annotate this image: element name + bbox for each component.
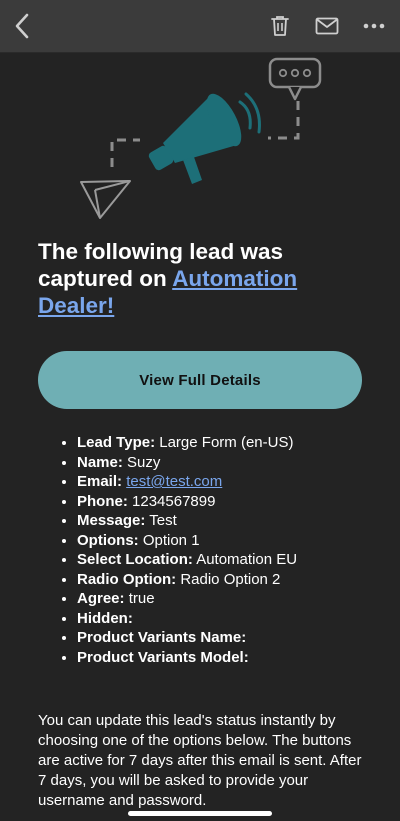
detail-label: Agree: bbox=[77, 590, 125, 607]
dashed-connector bbox=[268, 101, 300, 140]
delete-button[interactable] bbox=[266, 10, 294, 42]
detail-label: Name: bbox=[77, 453, 123, 471]
list-item: Agree: true bbox=[77, 589, 400, 609]
detail-label: Product Variants Name: bbox=[77, 629, 247, 646]
detail-value: Large Form (en-US) bbox=[159, 434, 294, 451]
mail-icon bbox=[315, 17, 339, 35]
lead-details-list: Lead Type: Large Form (en-US) Name: Suzy… bbox=[55, 433, 400, 667]
detail-label: Message: bbox=[77, 512, 146, 529]
list-item: Phone: 1234567899 bbox=[77, 492, 400, 512]
more-horizontal-icon bbox=[363, 23, 385, 29]
dashed-connector bbox=[110, 138, 140, 167]
lead-headline: The following lead was captured on Autom… bbox=[38, 238, 368, 319]
detail-label: Lead Type: bbox=[77, 434, 156, 451]
detail-label: Phone: bbox=[77, 492, 128, 510]
list-item: Radio Option: Radio Option 2 bbox=[77, 570, 400, 590]
paper-plane-icon bbox=[80, 180, 131, 219]
chat-bubble-icon bbox=[268, 57, 322, 101]
chevron-left-icon bbox=[15, 13, 29, 39]
detail-value: Automation EU bbox=[196, 551, 298, 568]
detail-label: Select Location: bbox=[77, 551, 193, 568]
email-link[interactable]: test@test.com bbox=[126, 473, 222, 490]
detail-label: Radio Option: bbox=[77, 570, 177, 588]
more-button[interactable] bbox=[360, 10, 388, 42]
detail-value: 1234567899 bbox=[132, 492, 216, 510]
detail-value: Test bbox=[149, 512, 177, 529]
detail-label: Email: bbox=[77, 473, 123, 490]
detail-label: Options: bbox=[77, 531, 139, 549]
email-toolbar bbox=[0, 0, 400, 53]
list-item: Email: test@test.com bbox=[77, 472, 400, 492]
trash-icon bbox=[271, 16, 289, 36]
list-item: Product Variants Name: bbox=[77, 628, 400, 648]
detail-label: Hidden: bbox=[77, 609, 133, 627]
list-item: Hidden: bbox=[77, 609, 400, 629]
view-full-details-button[interactable]: View Full Details bbox=[38, 351, 362, 409]
list-item: Options: Option 1 bbox=[77, 531, 400, 551]
detail-value: Radio Option 2 bbox=[180, 570, 281, 588]
list-item: Lead Type: Large Form (en-US) bbox=[77, 433, 400, 453]
detail-value: true bbox=[128, 590, 155, 607]
list-item: Message: Test bbox=[77, 511, 400, 531]
list-item: Product Variants Model: bbox=[77, 648, 400, 668]
status-update-note: You can update this lead's status instan… bbox=[38, 712, 362, 809]
mail-button[interactable] bbox=[311, 10, 343, 42]
list-item: Select Location: Automation EU bbox=[77, 550, 400, 570]
detail-value: Suzy bbox=[127, 453, 161, 471]
detail-label: Product Variants Model: bbox=[77, 648, 249, 666]
list-item: Name: Suzy bbox=[77, 453, 400, 473]
home-indicator[interactable] bbox=[128, 811, 272, 816]
megaphone-illustration bbox=[80, 57, 322, 219]
detail-value: Option 1 bbox=[142, 531, 200, 549]
megaphone-icon bbox=[148, 92, 261, 184]
back-button[interactable] bbox=[8, 10, 36, 42]
